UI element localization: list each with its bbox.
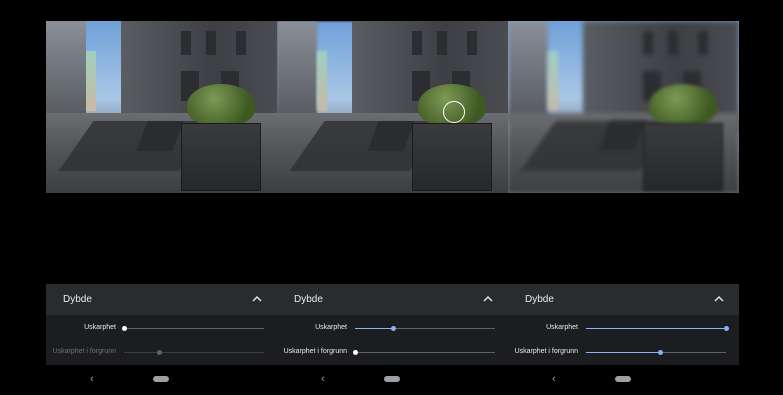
sharpness-row: Uskarphet [277,321,508,335]
photo-preview[interactable] [46,21,277,193]
foreground-blur-label: Uskarphet i forgrunn [514,348,578,355]
sharpness-slider-thumb[interactable] [390,326,396,331]
back-triangle-icon[interactable]: ‹ [90,373,94,385]
sharpness-slider[interactable] [355,326,495,331]
sharpness-row: Uskarphet [508,321,739,335]
home-pill-icon[interactable] [615,376,631,382]
depth-sheet-header[interactable]: Dybde [46,284,277,315]
depth-sheet-header[interactable]: Dybde [508,284,739,315]
sheet-title: Dybde [525,294,554,305]
focus-point-ring[interactable] [443,101,465,123]
home-pill-icon[interactable] [384,376,400,382]
foreground-blur-slider[interactable] [586,350,726,355]
sharpness-row: Uskarphet [46,321,277,335]
sharpness-slider-thumb[interactable] [724,326,729,331]
photo-preview[interactable] [508,21,739,193]
sharpness-slider-fill [586,328,726,329]
foreground-blur-slider-thumb[interactable] [157,350,162,355]
foreground-blur-row: Uskarphet i forgrunn [46,345,277,359]
foreground-blur-slider-fill [124,352,159,353]
sharpness-label: Uskarphet [84,324,116,331]
editor-panel-3: Dybde Uskarphet Uskarphet i forgrunn ‹ [508,21,739,395]
depth-sheet: Dybde Uskarphet Uskarphet i forgrunn [277,284,508,365]
planter-box [412,123,492,191]
chevron-up-icon[interactable] [251,293,263,305]
back-triangle-icon[interactable]: ‹ [321,373,325,385]
foreground-blur-row: Uskarphet i forgrunn [508,345,739,359]
shrub [187,84,255,126]
foreground-blur-slider-thumb[interactable] [658,350,664,355]
photo-preview[interactable] [277,21,508,193]
foreground-blur-row: Uskarphet i forgrunn [277,345,508,359]
home-pill-icon[interactable] [153,376,169,382]
sharpness-slider[interactable] [586,326,729,331]
sharpness-label: Uskarphet [315,324,347,331]
foreground-blur-slider[interactable] [124,350,264,355]
foreground-blur-label: Uskarphet i forgrunn [283,348,347,355]
foreground-blur-slider-fill [586,352,661,353]
navigation-bar: ‹ [508,369,739,389]
editor-panel-1: Dybde Uskarphet Uskarphet i forgrunn ‹ [46,21,277,395]
sheet-title: Dybde [294,294,323,305]
chevron-up-icon[interactable] [713,293,725,305]
sharpness-slider-fill [355,328,393,329]
planter-box [181,123,261,191]
navigation-bar: ‹ [46,369,277,389]
chevron-up-icon[interactable] [482,293,494,305]
sheet-title: Dybde [63,294,92,305]
shrub [649,84,717,126]
foreground-blur-slider-thumb[interactable] [353,350,358,355]
foreground-blur-slider[interactable] [353,350,495,355]
sharpness-slider[interactable] [122,326,264,331]
sharpness-label: Uskarphet [546,324,578,331]
foreground-blur-label: Uskarphet i forgrunn [52,348,116,355]
depth-sheet-header[interactable]: Dybde [277,284,508,315]
depth-sheet: Dybde Uskarphet Uskarphet i forgrunn [508,284,739,365]
editor-panel-2: Dybde Uskarphet Uskarphet i forgrunn ‹ [277,21,508,395]
back-triangle-icon[interactable]: ‹ [552,373,556,385]
navigation-bar: ‹ [277,369,508,389]
sharpness-slider-thumb[interactable] [122,326,127,331]
depth-sheet: Dybde Uskarphet Uskarphet i forgrunn [46,284,277,365]
planter-box [643,123,723,191]
